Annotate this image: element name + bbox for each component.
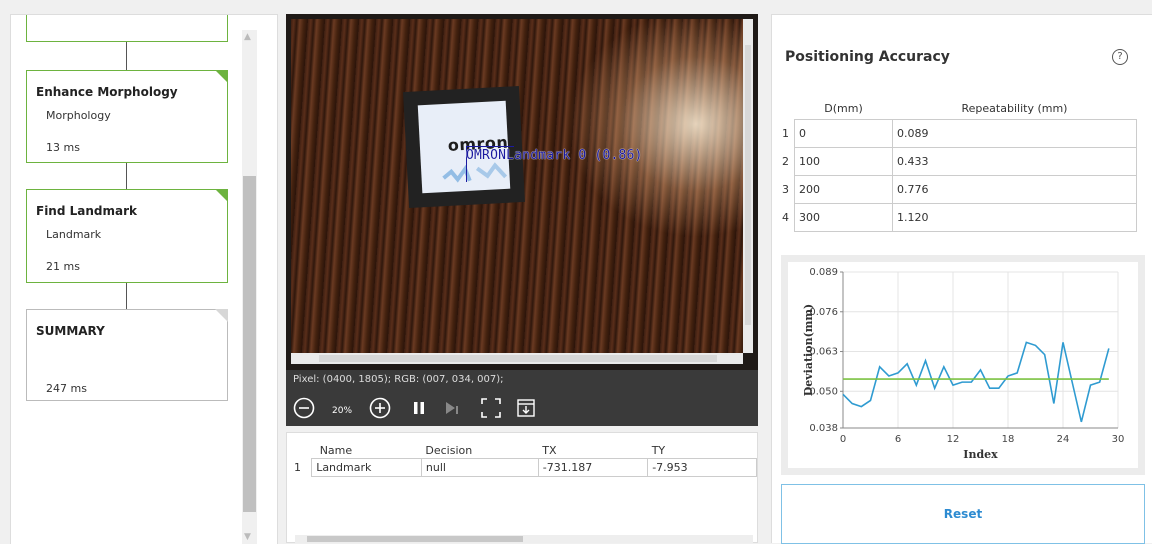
scroll-up-icon[interactable]: ▲ bbox=[244, 32, 251, 42]
table-row[interactable]: 1 0 0.089 bbox=[782, 119, 1137, 148]
save-image-icon[interactable] bbox=[515, 396, 537, 420]
step-corner bbox=[215, 309, 228, 322]
cell-ty: -7.953 bbox=[647, 458, 757, 477]
detection-label: OMRONLandmark 0 (0.86) bbox=[466, 148, 643, 163]
flow-step-previous[interactable] bbox=[26, 15, 228, 42]
x-tick-label: 12 bbox=[947, 434, 960, 445]
x-tick-label: 6 bbox=[895, 434, 901, 445]
step-corner bbox=[215, 189, 228, 202]
flow-connector bbox=[126, 163, 127, 189]
pause-icon[interactable] bbox=[411, 396, 427, 420]
landmark-marker: omron bbox=[403, 86, 525, 208]
viewer-horizontal-scrollbar[interactable] bbox=[291, 353, 743, 364]
column-header-ty[interactable]: TY bbox=[648, 443, 757, 459]
flow-scrollbar[interactable]: ▲ ▼ bbox=[242, 30, 257, 544]
table-row[interactable]: 4 300 1.120 bbox=[782, 203, 1137, 232]
image-panel: omron OMRONLandmark 0 (0.86) Pixel: (040… bbox=[286, 14, 758, 543]
scroll-down-icon[interactable]: ▼ bbox=[244, 532, 251, 542]
cell-tx: -731.187 bbox=[537, 458, 649, 477]
column-header-name[interactable]: Name bbox=[312, 443, 422, 459]
cell-name: Landmark bbox=[311, 458, 422, 477]
step-subtitle: Morphology bbox=[46, 109, 111, 122]
x-tick-label: 30 bbox=[1112, 434, 1125, 445]
x-axis-label: Index bbox=[963, 448, 998, 461]
deviation-chart: 0 6 12 18 24 300.0380.0500.0630.0760.089Index… bbox=[802, 267, 1125, 461]
y-axis-label: Deviation(mm) bbox=[802, 304, 815, 397]
fit-to-window-icon[interactable] bbox=[480, 396, 502, 420]
accuracy-table: D(mm) Repeatability (mm) 1 0 0.089 2 100… bbox=[782, 97, 1137, 232]
flow-connector bbox=[126, 283, 127, 309]
flow-panel: Enhance Morphology Morphology 13 ms Find… bbox=[10, 14, 278, 544]
results-table: Name Decision TX TY 1 Landmark null -731… bbox=[292, 443, 757, 477]
flow-step-summary[interactable]: SUMMARY 247 ms bbox=[26, 309, 228, 401]
panel-title: Positioning Accuracy bbox=[785, 49, 950, 65]
column-header-tx[interactable]: TX bbox=[538, 443, 647, 459]
row-index: 1 bbox=[294, 461, 301, 474]
step-time: 13 ms bbox=[46, 141, 80, 154]
flow-step-find-landmark[interactable]: Find Landmark Landmark 21 ms bbox=[26, 189, 228, 283]
image-viewer[interactable]: omron OMRONLandmark 0 (0.86) bbox=[286, 14, 758, 370]
column-header-d[interactable]: D(mm) bbox=[795, 97, 893, 120]
flow-connector bbox=[126, 42, 127, 70]
step-corner bbox=[215, 70, 228, 83]
camera-image: omron OMRONLandmark 0 (0.86) bbox=[291, 19, 743, 353]
column-header-repeatability[interactable]: Repeatability (mm) bbox=[893, 97, 1137, 120]
step-forward-icon[interactable] bbox=[443, 396, 461, 420]
table-row[interactable]: 2 100 0.433 bbox=[782, 147, 1137, 176]
table-row[interactable]: 3 200 0.776 bbox=[782, 175, 1137, 204]
positioning-accuracy-panel: Positioning Accuracy ? D(mm) Repeatabili… bbox=[771, 14, 1152, 544]
step-title: Find Landmark bbox=[36, 204, 137, 218]
viewer-toolbar: 20% bbox=[286, 390, 758, 426]
x-tick-label: 24 bbox=[1057, 434, 1070, 445]
deviation-chart-card: 0 6 12 18 24 30 0.038 0.050 0.063 0.076 0.089 Index… bbox=[781, 255, 1145, 475]
pixel-info: Pixel: (0400, 1805); RGB: (007, 034, 007… bbox=[286, 370, 758, 390]
x-axis-indicator bbox=[466, 146, 514, 147]
step-time: 21 ms bbox=[46, 260, 80, 273]
zoom-out-icon[interactable] bbox=[292, 396, 316, 420]
reset-button[interactable]: Reset bbox=[781, 484, 1145, 544]
zoom-level: 20% bbox=[332, 406, 353, 416]
cell-decision: null bbox=[420, 458, 539, 477]
deviation-series-line bbox=[842, 341, 1110, 423]
table-horizontal-scrollbar[interactable] bbox=[295, 535, 753, 543]
y-tick-label: 0.089 bbox=[809, 267, 838, 278]
scroll-thumb[interactable] bbox=[243, 176, 256, 512]
step-subtitle: Landmark bbox=[46, 228, 102, 241]
table-row[interactable]: 1 Landmark null -731.187 -7.953 bbox=[292, 458, 757, 477]
step-title: Enhance Morphology bbox=[36, 85, 178, 99]
zoom-in-icon[interactable] bbox=[368, 396, 392, 420]
column-header-decision[interactable]: Decision bbox=[421, 443, 538, 459]
results-table-area: Name Decision TX TY 1 Landmark null -731… bbox=[286, 432, 758, 543]
step-title: SUMMARY bbox=[36, 324, 105, 338]
help-icon[interactable]: ? bbox=[1112, 49, 1128, 65]
flow-step-enhance-morphology[interactable]: Enhance Morphology Morphology 13 ms bbox=[26, 70, 228, 163]
x-tick-label: 0 bbox=[840, 434, 846, 445]
viewer-vertical-scrollbar[interactable] bbox=[743, 19, 753, 353]
step-time: 247 ms bbox=[46, 382, 87, 395]
x-tick-label: 18 bbox=[1002, 434, 1015, 445]
y-tick-label: 0.038 bbox=[809, 423, 838, 434]
